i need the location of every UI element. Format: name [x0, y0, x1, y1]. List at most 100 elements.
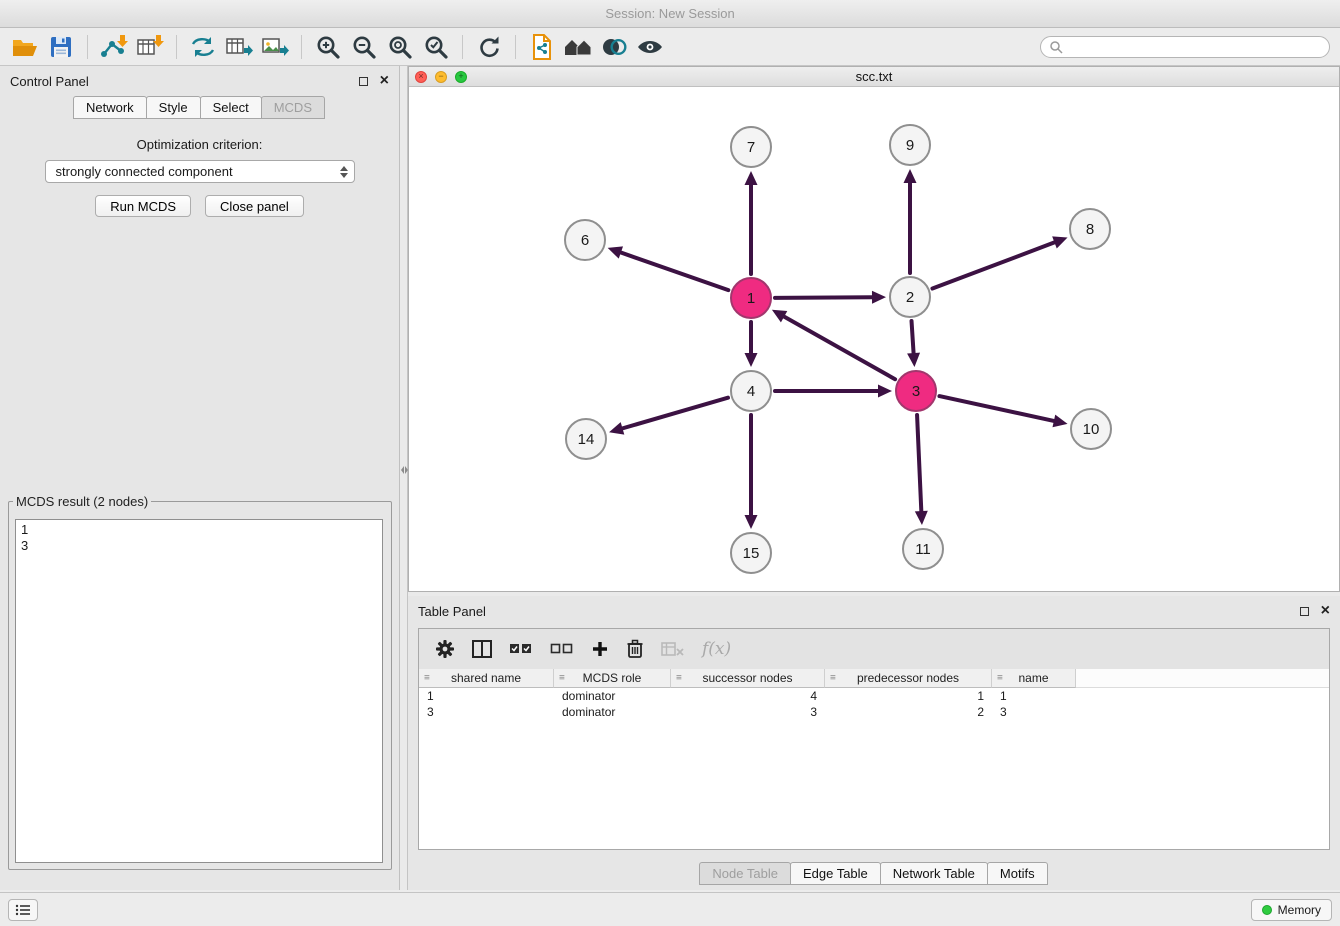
column-header-successor-nodes[interactable]: ≡successor nodes [671, 669, 825, 688]
table-cell[interactable]: 3 [419, 704, 554, 720]
task-history-button[interactable] [8, 899, 38, 921]
show-graphics-details-icon[interactable] [632, 32, 668, 62]
table-cell[interactable]: 1 [419, 688, 554, 704]
tab-motifs[interactable]: Motifs [987, 862, 1048, 885]
run-mcds-button[interactable]: Run MCDS [95, 195, 191, 217]
tab-style[interactable]: Style [146, 96, 201, 119]
graph-node-7[interactable]: 7 [731, 127, 771, 167]
graph-edge-4-14[interactable] [622, 398, 727, 429]
maximize-window-icon[interactable]: + [455, 71, 467, 83]
splitter-handle-icon[interactable] [400, 466, 408, 474]
table-cell[interactable]: dominator [554, 704, 671, 720]
column-header-name[interactable]: ≡name [992, 669, 1076, 688]
table-row[interactable]: 1dominator411 [419, 688, 1329, 704]
optimization-dropdown[interactable]: strongly connected component [45, 160, 355, 183]
open-file-icon[interactable] [7, 32, 43, 62]
svg-text:10: 10 [1083, 421, 1100, 438]
zoom-selected-icon[interactable] [418, 32, 454, 62]
import-network-file-icon[interactable] [96, 32, 132, 62]
apply-visual-style-icon[interactable] [596, 32, 632, 62]
tab-edge-table[interactable]: Edge Table [790, 862, 881, 885]
search-box[interactable] [1040, 36, 1330, 58]
column-options-icon[interactable]: ≡ [830, 673, 836, 684]
table-cell[interactable]: dominator [554, 688, 671, 704]
edge-arrowhead-icon [608, 246, 623, 258]
graph-node-1[interactable]: 1 [731, 278, 771, 318]
graph-node-3[interactable]: 3 [896, 371, 936, 411]
network-canvas[interactable]: 7 9 6 8 1 2 4 3 14 10 15 11 [409, 87, 1339, 591]
dropdown-arrows-icon [340, 166, 348, 178]
close-panel-icon[interactable]: × [380, 75, 389, 87]
table-cell[interactable] [1076, 688, 1329, 704]
vertical-splitter[interactable] [400, 66, 408, 890]
float-panel-icon[interactable] [359, 77, 368, 86]
graph-edge-2-8[interactable] [932, 242, 1054, 288]
export-table-icon[interactable] [221, 32, 257, 62]
table-row[interactable]: 3dominator323 [419, 704, 1329, 720]
add-column-icon[interactable] [591, 640, 609, 658]
tab-network-table[interactable]: Network Table [880, 862, 988, 885]
zoom-fit-icon[interactable] [382, 32, 418, 62]
open-session-file-icon[interactable] [524, 32, 560, 62]
graph-edge-3-1[interactable] [784, 317, 895, 380]
table-cell[interactable]: 3 [671, 704, 825, 720]
graph-node-8[interactable]: 8 [1070, 209, 1110, 249]
graph-node-11[interactable]: 11 [903, 529, 943, 569]
graph-node-10[interactable]: 10 [1071, 409, 1111, 449]
minimize-window-icon[interactable]: − [435, 71, 447, 83]
column-options-icon[interactable]: ≡ [559, 673, 565, 684]
export-network-icon[interactable] [185, 32, 221, 62]
network-window-titlebar[interactable]: × − + scc.txt [409, 67, 1339, 87]
graph-node-6[interactable]: 6 [565, 220, 605, 260]
mcds-result-box[interactable]: 13 [15, 519, 383, 863]
float-table-panel-icon[interactable] [1300, 607, 1309, 616]
graph-node-4[interactable]: 4 [731, 371, 771, 411]
show-network-overview-icon[interactable] [560, 32, 596, 62]
column-header-shared-name[interactable]: ≡shared name [419, 669, 554, 688]
graph-edge-1-6[interactable] [621, 253, 728, 291]
table-cell[interactable]: 3 [992, 704, 1076, 720]
table-cell[interactable]: 4 [671, 688, 825, 704]
zoom-out-icon[interactable] [346, 32, 382, 62]
import-table-file-icon[interactable] [132, 32, 168, 62]
select-all-rows-icon[interactable] [509, 642, 533, 656]
zoom-in-icon[interactable] [310, 32, 346, 62]
column-header-predecessor-nodes[interactable]: ≡predecessor nodes [825, 669, 992, 688]
graph-node-2[interactable]: 2 [890, 277, 930, 317]
close-panel-button[interactable]: Close panel [205, 195, 304, 217]
window-titlebar[interactable]: Session: New Session [0, 0, 1340, 28]
settings-gear-icon[interactable] [435, 639, 455, 659]
column-options-icon[interactable]: ≡ [997, 673, 1003, 684]
save-session-icon[interactable] [43, 32, 79, 62]
refresh-view-icon[interactable] [471, 32, 507, 62]
function-builder-icon[interactable]: f(x) [702, 639, 731, 659]
graph-node-9[interactable]: 9 [890, 125, 930, 165]
tab-node-table[interactable]: Node Table [699, 862, 791, 885]
tab-select[interactable]: Select [200, 96, 262, 119]
delete-table-icon[interactable] [661, 641, 685, 657]
table-cell[interactable]: 1 [992, 688, 1076, 704]
table-cell[interactable]: 1 [825, 688, 992, 704]
column-selector-icon[interactable] [472, 640, 492, 658]
graph-edge-3-10[interactable] [939, 396, 1053, 421]
close-table-panel-icon[interactable]: × [1321, 605, 1330, 617]
graph-edge-1-2[interactable] [775, 297, 872, 298]
column-options-icon[interactable]: ≡ [424, 673, 430, 684]
export-image-icon[interactable] [257, 32, 293, 62]
graph-edge-2-3[interactable] [912, 321, 914, 353]
memory-button[interactable]: Memory [1251, 899, 1332, 921]
deselect-all-rows-icon[interactable] [550, 642, 574, 656]
column-options-icon[interactable]: ≡ [676, 673, 682, 684]
graph-node-15[interactable]: 15 [731, 533, 771, 573]
graph-node-14[interactable]: 14 [566, 419, 606, 459]
graph-edge-3-11[interactable] [917, 415, 921, 511]
delete-column-icon[interactable] [626, 639, 644, 659]
tab-network[interactable]: Network [73, 96, 147, 119]
tab-mcds[interactable]: MCDS [261, 96, 325, 119]
table-cell[interactable]: 2 [825, 704, 992, 720]
table-cell[interactable] [1076, 704, 1329, 720]
status-bar: Memory [0, 892, 1340, 926]
search-input[interactable] [1068, 40, 1321, 54]
column-header-mcds-role[interactable]: ≡MCDS role [554, 669, 671, 688]
close-window-icon[interactable]: × [415, 71, 427, 83]
